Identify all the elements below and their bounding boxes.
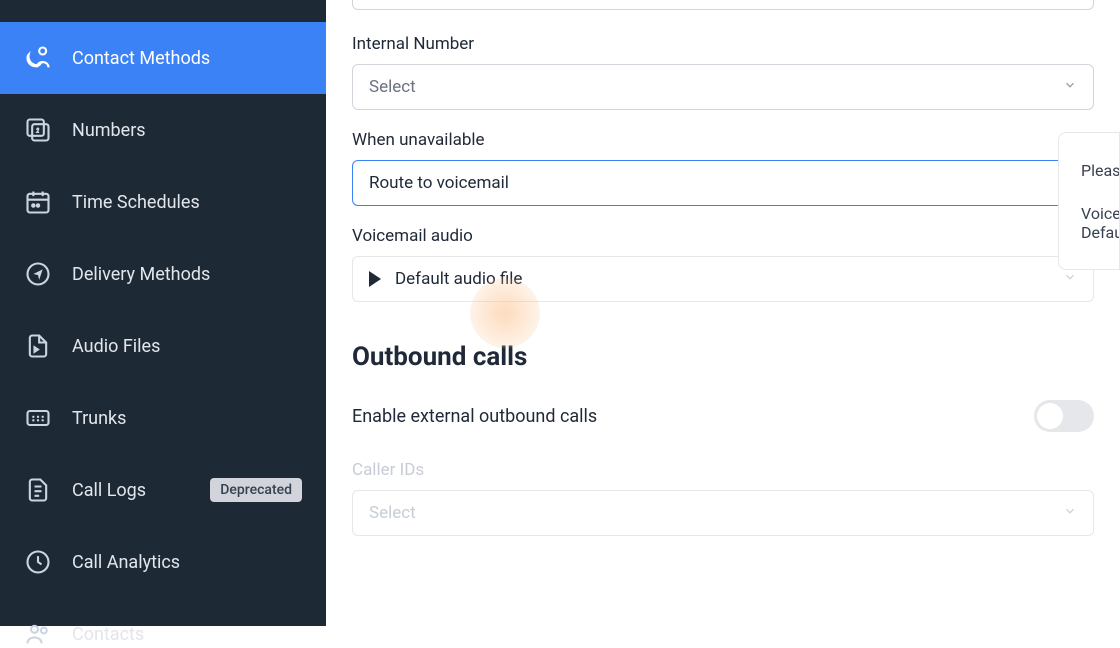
toggle-knob <box>1037 403 1063 429</box>
analytics-icon <box>24 548 52 576</box>
call-logs-icon <box>24 476 52 504</box>
contacts-icon <box>24 620 52 648</box>
sidebar-item-delivery-methods[interactable]: Delivery Methods <box>0 238 326 310</box>
select-value: Route to voicemail <box>369 173 509 193</box>
sidebar-item-label: Audio Files <box>72 336 160 357</box>
voicemail-audio-label: Voicemail audio <box>352 226 1094 246</box>
sidebar-item-label: Numbers <box>72 120 146 141</box>
voicemail-audio-select[interactable]: Default audio file <box>352 256 1094 302</box>
internal-number-select[interactable]: Select <box>352 64 1094 110</box>
delivery-icon <box>24 260 52 288</box>
tooltip-line: Pleas <box>1081 161 1119 180</box>
sidebar-item-label: Contact Methods <box>72 48 210 69</box>
main-content: Internal Number Select When unavailable … <box>326 0 1120 626</box>
sidebar-item-label: Call Analytics <box>72 552 180 573</box>
numbers-icon <box>24 116 52 144</box>
chevron-down-icon <box>1063 269 1077 289</box>
enable-external-toggle[interactable] <box>1034 400 1094 432</box>
audio-icon <box>24 332 52 360</box>
internal-number-label: Internal Number <box>352 34 1094 54</box>
chevron-down-icon <box>1063 77 1077 97</box>
select-value: Select <box>369 77 416 97</box>
sidebar-item-time-schedules[interactable]: Time Schedules <box>0 166 326 238</box>
select-value: Default audio file <box>395 269 522 289</box>
outbound-calls-title: Outbound calls <box>352 342 1094 372</box>
tooltip-line: Voice <box>1081 204 1119 223</box>
when-unavailable-select[interactable]: Route to voicemail <box>352 160 1094 206</box>
contact-methods-icon <box>24 44 52 72</box>
play-icon <box>369 271 381 287</box>
sidebar-item-trunks[interactable]: Trunks <box>0 382 326 454</box>
tooltip-line: Defau <box>1081 223 1119 242</box>
sidebar: Contact Methods Numbers Time Schedules <box>0 0 326 626</box>
chevron-down-icon <box>1063 503 1077 523</box>
sidebar-item-numbers[interactable]: Numbers <box>0 94 326 166</box>
sidebar-item-call-analytics[interactable]: Call Analytics <box>0 526 326 598</box>
sidebar-item-audio-files[interactable]: Audio Files <box>0 310 326 382</box>
deprecated-badge: Deprecated <box>210 478 302 502</box>
partial-field-top <box>352 0 1094 10</box>
caller-ids-select[interactable]: Select <box>352 490 1094 536</box>
sidebar-item-contacts[interactable]: Contacts <box>0 598 326 648</box>
sidebar-item-call-logs[interactable]: Call Logs Deprecated <box>0 454 326 526</box>
enable-external-label: Enable external outbound calls <box>352 406 597 427</box>
tooltip-arrow <box>1058 197 1059 213</box>
sidebar-item-label: Time Schedules <box>72 192 200 213</box>
sidebar-item-label: Delivery Methods <box>72 264 210 285</box>
caller-ids-label: Caller IDs <box>352 460 1094 480</box>
schedules-icon <box>24 188 52 216</box>
when-unavailable-label: When unavailable <box>352 130 1094 150</box>
sidebar-item-label: Trunks <box>72 408 126 429</box>
select-value: Select <box>369 503 416 523</box>
trunks-icon <box>24 404 52 432</box>
sidebar-item-label: Contacts <box>72 624 144 645</box>
sidebar-item-label: Call Logs <box>72 480 146 501</box>
sidebar-item-contact-methods[interactable]: Contact Methods <box>0 22 326 94</box>
tooltip-panel: Pleas Voice Defau <box>1058 132 1120 270</box>
